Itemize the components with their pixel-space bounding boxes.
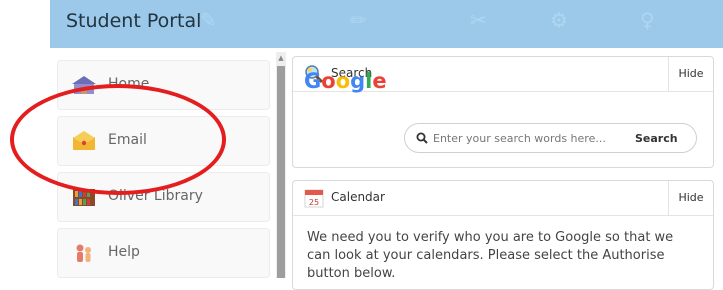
email-icon: [73, 131, 95, 150]
search-button[interactable]: Search: [629, 128, 684, 148]
search-icon: [416, 132, 428, 144]
search-input[interactable]: [433, 129, 621, 147]
sidebar-item-email[interactable]: Email: [57, 116, 270, 166]
home-icon: [72, 76, 96, 94]
sidebar-item-home[interactable]: Home: [57, 60, 270, 110]
hide-button[interactable]: Hide: [668, 181, 713, 215]
google-logo: Google: [304, 69, 387, 93]
decorative-doodle: ✎: [200, 8, 217, 32]
scroll-up-icon[interactable]: ▲: [277, 54, 285, 62]
decorative-doodle: ⚙: [550, 8, 568, 32]
sidebar-item-label: Help: [108, 244, 140, 260]
calendar-panel: 25 Calendar Hide We need you to verify w…: [292, 180, 714, 290]
search-panel: Search Hide Google Search: [292, 56, 714, 168]
sidebar-item-label: Home: [108, 76, 150, 92]
decorative-doodle: ✂: [470, 8, 487, 32]
decorative-doodle: ♀: [640, 8, 655, 32]
calendar-icon: 25: [304, 189, 324, 208]
search-box: Search: [404, 123, 697, 153]
decorative-doodle: ✏: [350, 8, 367, 32]
help-icon: [76, 244, 91, 262]
portal-header: ✎ ✏ ✂ ⚙ ♀ Student Portal: [50, 0, 723, 48]
sidebar-item-help[interactable]: Help: [57, 228, 270, 278]
sidebar-item-label: Oliver Library: [108, 188, 203, 204]
sidebar-item-oliver-library[interactable]: Oliver Library: [57, 172, 270, 222]
library-icon: [73, 189, 95, 206]
page-title: Student Portal: [66, 10, 202, 32]
panel-title: Calendar: [331, 190, 385, 204]
scrollbar-thumb[interactable]: [277, 66, 285, 278]
hide-button[interactable]: Hide: [668, 57, 713, 91]
calendar-message: We need you to verify who you are to Goo…: [307, 230, 674, 281]
sidebar-item-label: Email: [108, 132, 147, 148]
calendar-panel-header: 25 Calendar Hide: [293, 181, 713, 216]
calendar-date: 25: [309, 198, 319, 207]
